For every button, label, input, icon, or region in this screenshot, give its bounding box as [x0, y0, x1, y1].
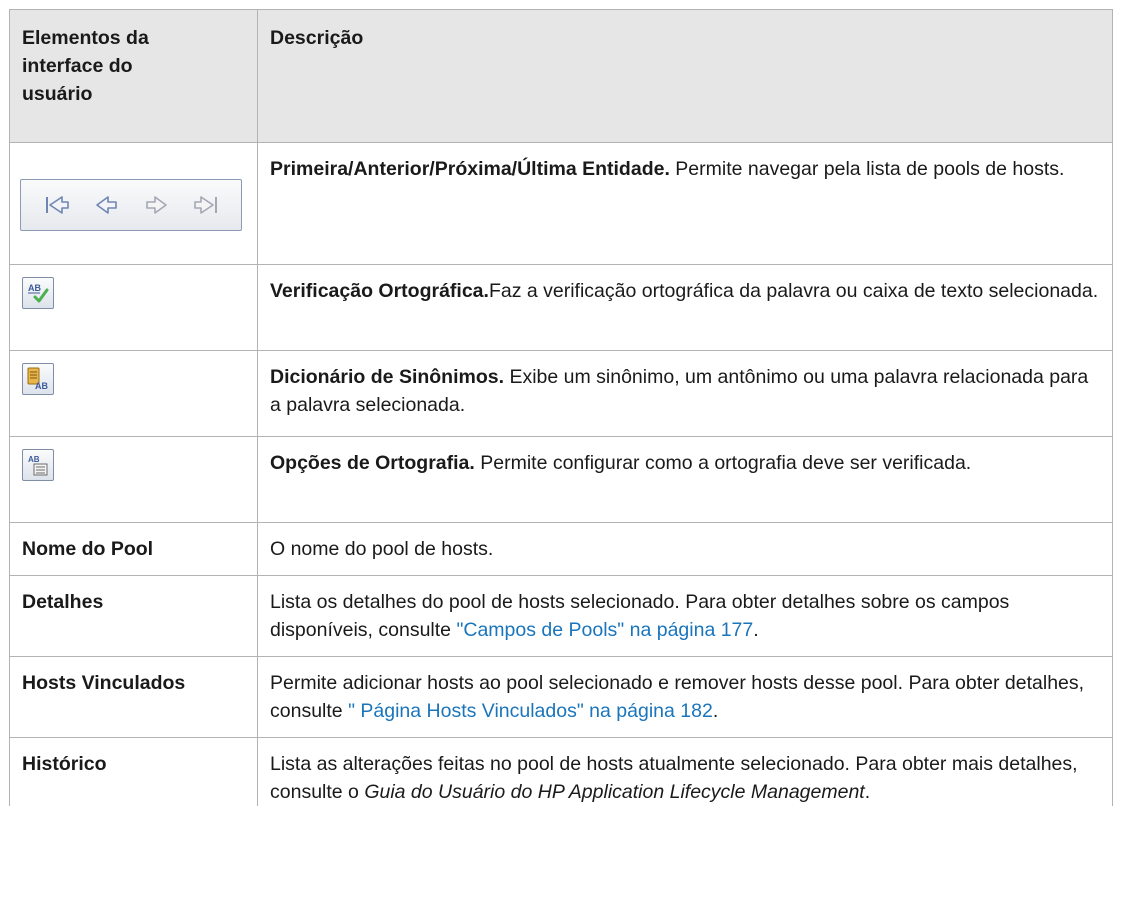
- table-row: AB Verificação Ortográfica.Faz a verific…: [9, 264, 1113, 351]
- nav-description: Primeira/Anterior/Próxima/Última Entidad…: [257, 142, 1113, 265]
- table-row: Nome do Pool O nome do pool de hosts.: [9, 522, 1113, 576]
- thesaurus-icon: AB: [27, 367, 48, 391]
- nav-title: Primeira/Anterior/Próxima/Última Entidad…: [270, 158, 670, 180]
- pool-name-description: O nome do pool de hosts.: [257, 522, 1113, 576]
- previous-entity-icon[interactable]: [93, 193, 121, 217]
- spelling-options-text: Permite configurar como a ortografia dev…: [474, 452, 972, 474]
- table-row: AB Dicionário de Sinônimos. Exibe um sin…: [9, 350, 1113, 437]
- table-row: Primeira/Anterior/Próxima/Última Entidad…: [9, 142, 1113, 265]
- spell-check-button[interactable]: AB: [22, 277, 54, 309]
- table-row: Hosts Vinculados Permite adicionar hosts…: [9, 656, 1113, 738]
- details-after: .: [753, 619, 759, 641]
- thesaurus-cell: AB: [9, 350, 258, 437]
- next-entity-icon[interactable]: [142, 193, 170, 217]
- first-entity-icon[interactable]: [42, 193, 72, 217]
- entity-navigation-bar: [20, 178, 242, 231]
- spell-check-text: Faz a verificação ortográfica da palavra…: [488, 280, 1099, 302]
- linked-hosts-label: Hosts Vinculados: [9, 656, 258, 738]
- pool-name-label: Nome do Pool: [9, 522, 258, 576]
- ui-elements-table: Elementos da interface do usuário Descri…: [9, 9, 1113, 806]
- spelling-options-title: Opções de Ortografia.: [270, 452, 475, 474]
- spelling-options-description: Opções de Ortografia. Permite configurar…: [257, 436, 1113, 523]
- linked-hosts-page-link[interactable]: " Página Hosts Vinculados" na página 182: [348, 700, 713, 722]
- spelling-options-icon: AB: [28, 455, 48, 476]
- thesaurus-button[interactable]: AB: [22, 363, 54, 395]
- spell-check-title: Verificação Ortográfica.: [270, 280, 489, 302]
- spell-check-icon: AB: [28, 283, 49, 303]
- thesaurus-title: Dicionário de Sinônimos.: [270, 366, 505, 388]
- last-entity-icon[interactable]: [191, 193, 221, 217]
- nav-buttons-cell: [9, 142, 258, 265]
- history-description: Lista as alterações feitas no pool de ho…: [257, 737, 1113, 806]
- spelling-options-button[interactable]: AB: [22, 449, 54, 481]
- nav-text: Permite navegar pela lista de pools de h…: [669, 158, 1065, 180]
- table-row: AB Opções de Ortografia. Permite configu…: [9, 436, 1113, 523]
- header-ui-elements: Elementos da interface do usuário: [9, 9, 258, 143]
- alm-user-guide-title: Guia do Usuário do HP Application Lifecy…: [364, 781, 865, 803]
- table-header-row: Elementos da interface do usuário Descri…: [9, 9, 1113, 143]
- table-row: Detalhes Lista os detalhes do pool de ho…: [9, 575, 1113, 657]
- svg-text:AB: AB: [35, 381, 48, 391]
- spell-check-cell: AB: [9, 264, 258, 351]
- history-label: Histórico: [9, 737, 258, 806]
- linked-hosts-after: .: [712, 700, 719, 722]
- linked-hosts-description: Permite adicionar hosts ao pool selecion…: [257, 656, 1113, 738]
- svg-text:AB: AB: [28, 455, 40, 464]
- svg-text:AB: AB: [28, 283, 41, 293]
- pool-fields-link[interactable]: "Campos de Pools" na página 177: [456, 619, 753, 641]
- thesaurus-description: Dicionário de Sinônimos. Exibe um sinôni…: [257, 350, 1113, 437]
- details-label: Detalhes: [9, 575, 258, 657]
- spelling-options-cell: AB: [9, 436, 258, 523]
- spell-check-description: Verificação Ortográfica.Faz a verificaçã…: [257, 264, 1113, 351]
- details-description: Lista os detalhes do pool de hosts selec…: [257, 575, 1113, 657]
- table-row: Histórico Lista as alterações feitas no …: [9, 737, 1113, 806]
- history-after: .: [864, 781, 871, 803]
- header-description: Descrição: [257, 9, 1113, 143]
